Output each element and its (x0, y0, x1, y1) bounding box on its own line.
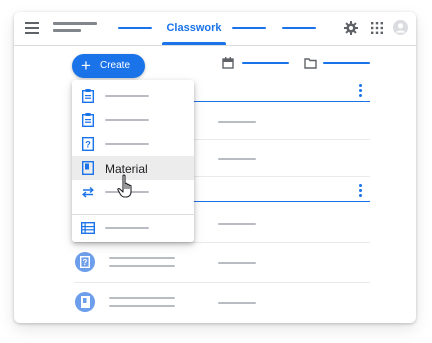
create-button-label: Create (100, 60, 131, 71)
topic-divider (194, 201, 370, 202)
tab-classwork[interactable]: Classwork (164, 21, 224, 35)
svg-text:?: ? (85, 140, 91, 150)
calendar-icon[interactable] (222, 57, 234, 69)
svg-text:?: ? (83, 258, 88, 267)
menu-item-label-placeholder (105, 119, 149, 121)
class-drive-folder-link[interactable] (323, 62, 370, 64)
more-vert-icon[interactable] (359, 84, 362, 99)
row-divider (74, 282, 370, 283)
menu-item-label-placeholder (105, 143, 149, 145)
account-avatar-icon[interactable] (393, 20, 408, 35)
hand-pointer-cursor-icon (117, 174, 132, 198)
menu-item-topic[interactable] (72, 216, 194, 240)
list-item-date (218, 121, 256, 123)
plus-icon: + (81, 56, 91, 75)
more-vert-icon[interactable] (359, 184, 362, 199)
menu-item-assignment[interactable] (72, 84, 194, 108)
tab-classwork-indicator (162, 42, 226, 45)
list-item-material[interactable] (75, 292, 95, 312)
folder-icon[interactable] (304, 58, 317, 69)
question-icon: ? (80, 256, 90, 268)
create-button[interactable]: + Create (72, 54, 145, 78)
tab-grades[interactable] (282, 27, 316, 29)
list-item-title (109, 297, 175, 299)
menu-item-label-placeholder (105, 227, 149, 229)
tab-stream[interactable] (118, 27, 152, 29)
menu-item-label-placeholder (105, 95, 149, 97)
topic-icon (81, 222, 95, 234)
list-item-subtitle (109, 305, 175, 307)
material-icon (82, 161, 94, 175)
tab-people[interactable] (232, 27, 266, 29)
classroom-window: Classwork + Create ? ? Material (14, 12, 416, 323)
material-icon (81, 296, 90, 308)
create-menu: ? Material (72, 80, 194, 242)
menu-divider (72, 214, 194, 215)
menu-item-quiz-assignment[interactable] (72, 108, 194, 132)
list-item-date (218, 158, 256, 160)
question-icon: ? (82, 137, 94, 151)
topic-divider (194, 101, 370, 102)
list-item-date (218, 262, 256, 264)
assignment-icon (82, 89, 94, 103)
list-item-title (109, 257, 175, 259)
row-divider (74, 242, 370, 243)
top-bar: Classwork (14, 12, 416, 46)
row-divider (194, 176, 370, 177)
class-section-placeholder (53, 29, 81, 32)
quiz-assignment-icon (82, 113, 94, 127)
hamburger-menu-icon[interactable] (25, 22, 39, 34)
list-item-date (218, 223, 256, 225)
row-divider (194, 139, 370, 140)
list-item-question[interactable]: ? (75, 252, 95, 272)
menu-item-question[interactable]: ? (72, 132, 194, 156)
list-item-date (218, 302, 256, 304)
class-name-placeholder (53, 22, 97, 25)
list-item-subtitle (109, 265, 175, 267)
google-calendar-link[interactable] (242, 62, 289, 64)
gear-icon[interactable] (344, 21, 358, 35)
reuse-post-icon (82, 186, 94, 198)
apps-grid-icon[interactable] (371, 22, 383, 34)
